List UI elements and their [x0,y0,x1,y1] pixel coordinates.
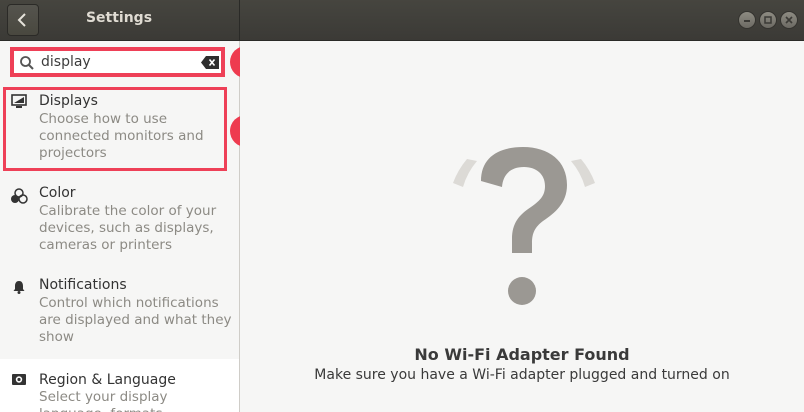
header-left-pane: Settings [0,0,240,40]
clear-icon[interactable] [201,56,219,69]
main-panel: No Wi-Fi Adapter Found Make sure you hav… [240,41,804,412]
header-bar: Settings [0,0,804,41]
search-input[interactable]: display [10,47,225,77]
sidebar-item-description: Control which notifications are displaye… [39,295,232,345]
empty-state-title: No Wi-Fi Adapter Found [414,345,630,364]
question-mark-icon [453,147,595,305]
sidebar: display Displays Choose how to use conne… [0,41,240,412]
window-title: Settings [85,10,153,26]
sidebar-item-title: Notifications [39,277,127,293]
back-button[interactable] [7,4,39,36]
close-button[interactable] [780,11,798,29]
search-icon [20,56,34,70]
window-controls [738,11,798,29]
color-icon [11,188,28,204]
chevron-left-icon [17,13,26,27]
empty-state-subtitle: Make sure you have a Wi-Fi adapter plugg… [314,367,730,383]
sidebar-item-notifications[interactable]: Notifications Control which notification… [0,272,239,360]
bell-icon [13,281,25,294]
sidebar-item-description: Calibrate the color of your devices, suc… [39,203,217,253]
maximize-button[interactable] [759,11,777,29]
search-value: display [41,54,91,70]
region-icon [12,374,26,385]
minimize-button[interactable] [738,11,756,29]
sidebar-item-title: Region & Language [39,372,176,388]
minimize-icon [744,20,750,22]
annotation-highlight-box [3,87,227,171]
sidebar-item-color[interactable]: Color Calibrate the color of your device… [0,180,239,270]
maximize-icon [764,16,772,24]
sidebar-item-description: Select your display language, formats [39,389,168,412]
close-icon [785,16,793,24]
sidebar-item-title: Color [39,185,76,201]
sidebar-item-region-language[interactable]: Region & Language Select your display la… [0,359,239,412]
